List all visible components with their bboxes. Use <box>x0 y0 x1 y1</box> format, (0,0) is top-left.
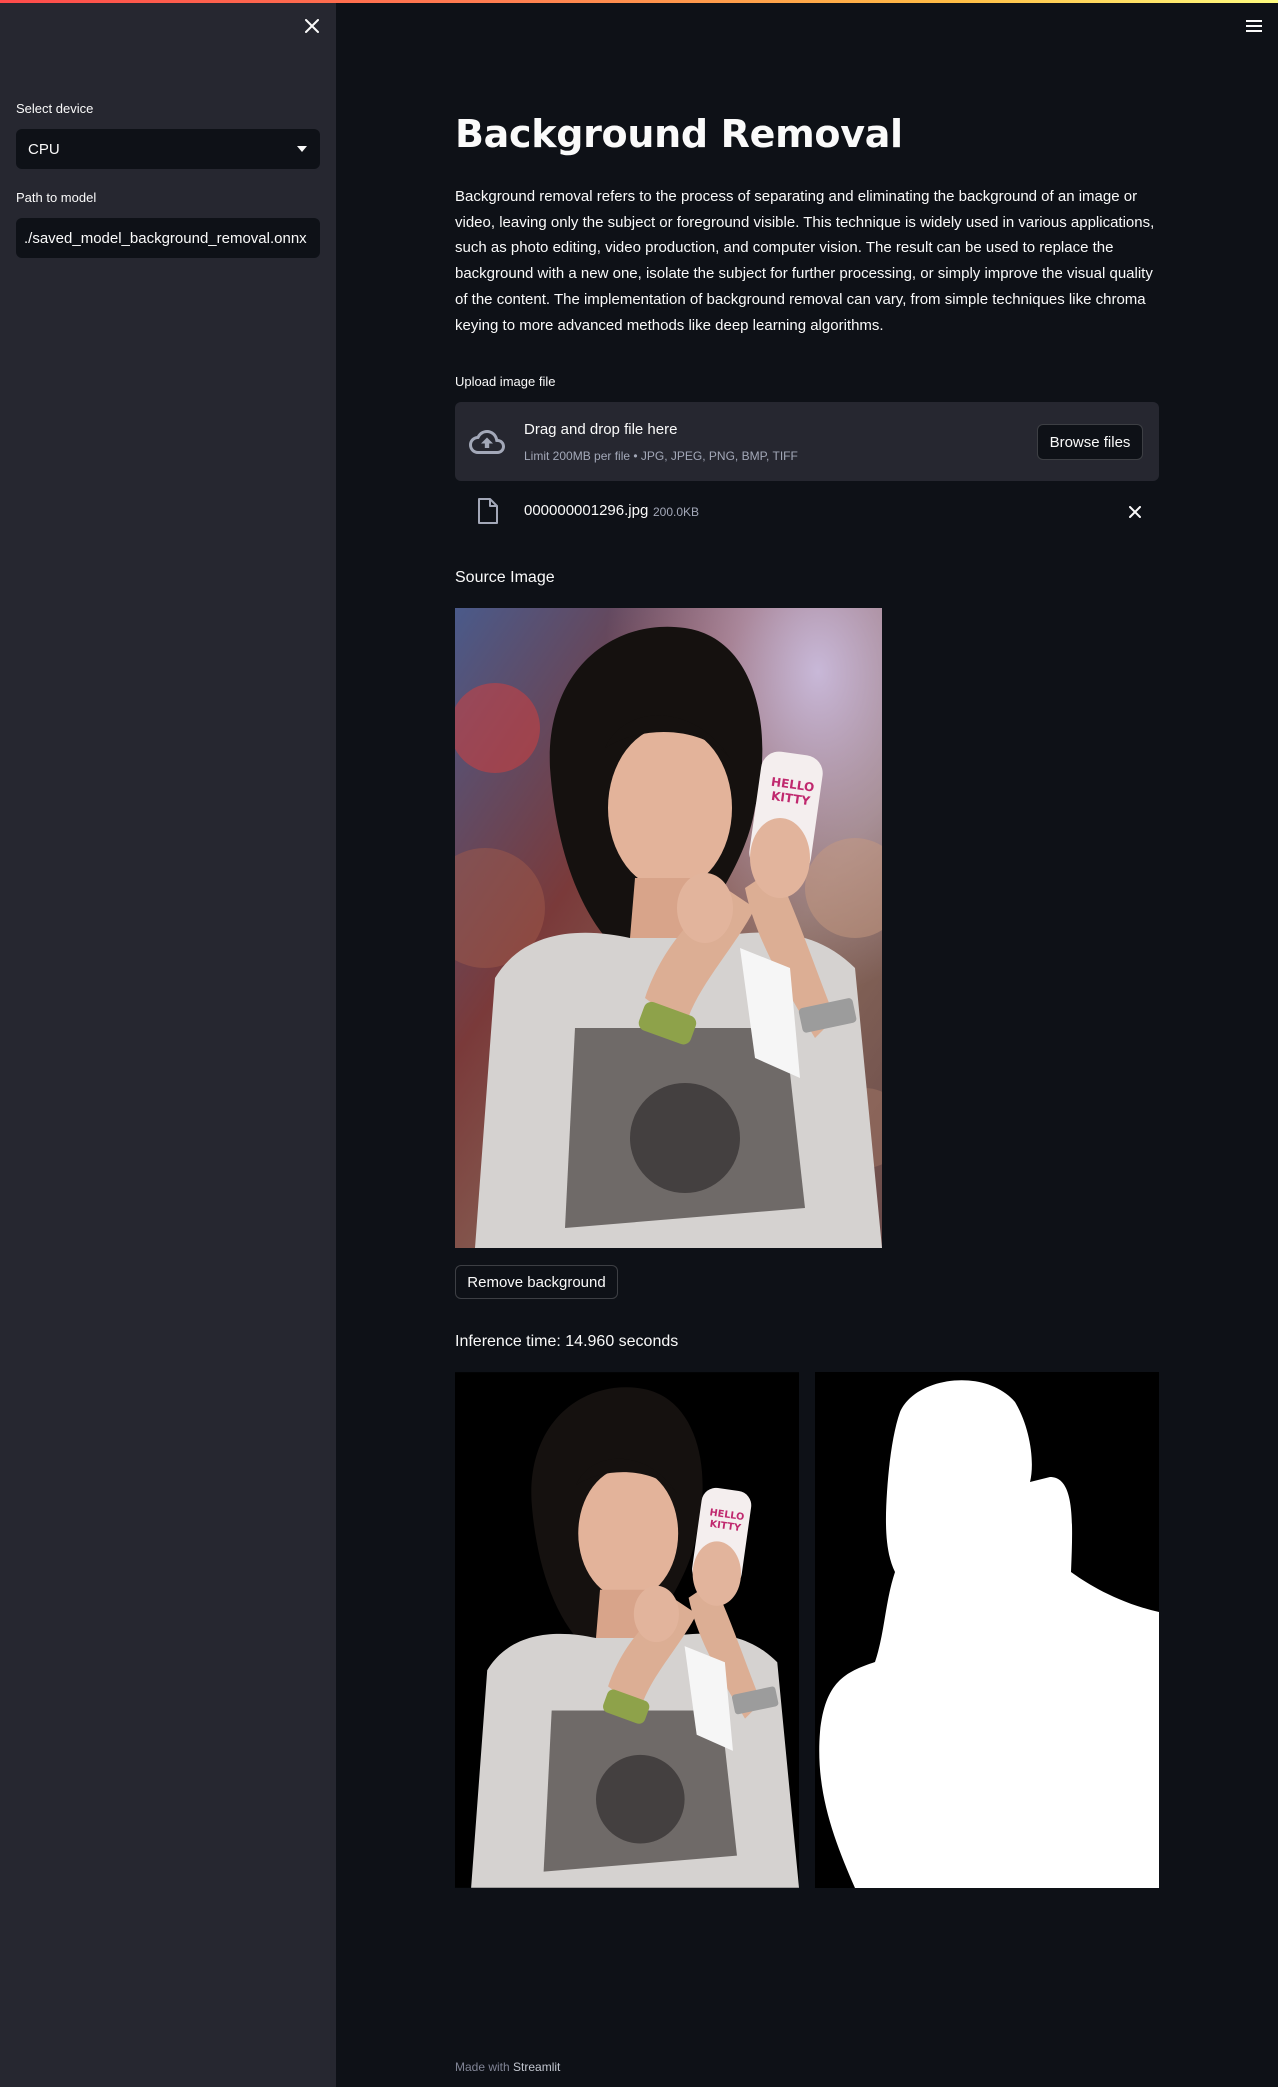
mask-result-image <box>815 1372 1159 1888</box>
uploaded-file-row: 000000001296.jpg 200.0KB <box>455 494 1159 530</box>
foreground-result-image: HELLO KITTY <box>455 1372 799 1888</box>
inference-time: Inference time: 14.960 seconds <box>455 1333 679 1350</box>
top-decoration-bar <box>0 0 1278 3</box>
close-icon <box>1129 506 1141 518</box>
streamlit-link[interactable]: Streamlit <box>513 2060 560 2074</box>
file-name: 000000001296.jpg <box>524 502 649 519</box>
device-select-label: Select device <box>16 101 94 116</box>
remove-file-button[interactable] <box>1123 500 1147 524</box>
footer-prefix: Made with <box>455 2060 510 2074</box>
file-icon <box>478 498 498 524</box>
file-size: 200.0KB <box>653 505 700 519</box>
model-path-label: Path to model <box>16 190 97 205</box>
upload-label: Upload image file <box>455 374 556 389</box>
device-select[interactable]: CPU <box>16 129 320 169</box>
file-dropzone[interactable]: Drag and drop file here Limit 200MB per … <box>455 402 1159 481</box>
hamburger-icon <box>1246 20 1262 32</box>
dropzone-title: Drag and drop file here <box>524 421 678 438</box>
source-image: HELLO KITTY <box>455 608 882 1248</box>
cloud-upload-icon <box>469 430 505 454</box>
page-title: Background Removal <box>455 112 903 156</box>
dropzone-limit: Limit 200MB per file • JPG, JPEG, PNG, B… <box>524 449 798 463</box>
footer: Made with Streamlit <box>455 2060 560 2074</box>
browse-files-button[interactable]: Browse files <box>1037 424 1143 460</box>
caret-down-icon <box>297 146 307 152</box>
source-image-label: Source Image <box>455 569 555 586</box>
close-sidebar-button[interactable] <box>300 14 324 38</box>
device-select-value: CPU <box>28 140 60 158</box>
page-description: Background removal refers to the process… <box>455 188 1155 334</box>
close-icon <box>305 19 319 33</box>
model-path-input[interactable] <box>16 218 320 258</box>
sidebar: Select device CPU Path to model <box>0 0 336 2087</box>
remove-background-button[interactable]: Remove background <box>455 1265 618 1299</box>
main-menu-button[interactable] <box>1242 14 1266 38</box>
